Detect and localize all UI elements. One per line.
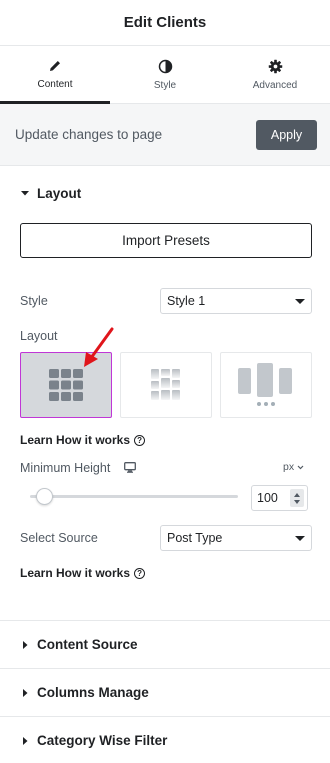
caret-right-icon [23,688,28,697]
tab-advanced-label: Advanced [252,79,298,91]
layout-label: Layout [20,329,58,343]
source-select-value: Post Type [167,531,223,545]
select-source-label: Select Source [20,531,98,545]
chevron-down-icon [295,299,305,304]
section-columns-manage[interactable]: Columns Manage [0,668,330,716]
apply-button[interactable]: Apply [256,119,317,150]
update-bar: Update changes to page Apply [0,104,330,166]
contrast-icon [158,59,172,73]
style-select-value: Style 1 [167,294,206,308]
import-presets-button[interactable]: Import Presets [20,223,312,258]
style-select[interactable]: Style 1 [160,288,312,314]
unit-value: px [283,461,295,473]
question-circle-icon: ? [134,434,146,446]
tab-style[interactable]: Style [110,46,220,103]
tab-content-label: Content [37,79,73,90]
style-label: Style [20,294,48,308]
masonry-layout-icon [151,369,180,400]
annotation-arrow-icon [84,327,114,367]
section-content-source[interactable]: Content Source [0,620,330,668]
pencil-icon [50,61,60,71]
caret-right-icon [23,640,28,649]
tab-style-label: Style [153,79,177,91]
learn-how-link-1[interactable]: Learn How it works ? [20,433,146,447]
min-height-slider-track[interactable] [30,495,238,498]
min-height-label: Minimum Height [20,461,111,475]
caret-right-icon [23,736,28,745]
source-select[interactable]: Post Type [160,525,312,551]
section-layout-title: Layout [37,185,82,201]
grid-layout-icon [49,369,83,401]
gear-icon [268,59,282,73]
learn-how-text-1: Learn How it works [20,433,131,447]
tab-content[interactable]: Content [0,46,110,104]
stepper-down-icon[interactable] [294,499,300,504]
section-columns-manage-title: Columns Manage [37,685,149,700]
min-height-slider-handle[interactable] [36,488,53,505]
learn-how-link-2[interactable]: Learn How it works ? [20,566,146,580]
chevron-down-icon [295,536,305,541]
panel-header: Edit Clients [0,0,330,46]
update-text: Update changes to page [15,127,163,142]
section-content-source-title: Content Source [37,637,138,652]
section-category-filter[interactable]: Category Wise Filter [0,716,330,763]
section-layout-toggle[interactable]: Layout [0,166,330,220]
min-height-input[interactable]: 100 [251,485,308,511]
panel-title: Edit Clients [123,14,207,31]
stepper-up-icon[interactable] [294,492,300,497]
tab-advanced[interactable]: Advanced [220,46,330,103]
chevron-down-icon [297,465,304,469]
section-category-filter-title: Category Wise Filter [37,733,168,748]
layout-option-carousel[interactable] [220,352,312,418]
caret-down-icon [21,191,29,196]
number-stepper[interactable] [290,489,304,507]
carousel-layout-icon [238,363,292,406]
learn-how-text-2: Learn How it works [20,566,131,580]
tab-bar: Content Style Advanced [0,46,330,104]
layout-option-masonry[interactable] [120,352,212,418]
unit-select[interactable]: px [283,461,304,473]
desktop-icon [124,462,136,473]
question-circle-icon: ? [134,567,146,579]
min-height-value: 100 [257,491,278,505]
